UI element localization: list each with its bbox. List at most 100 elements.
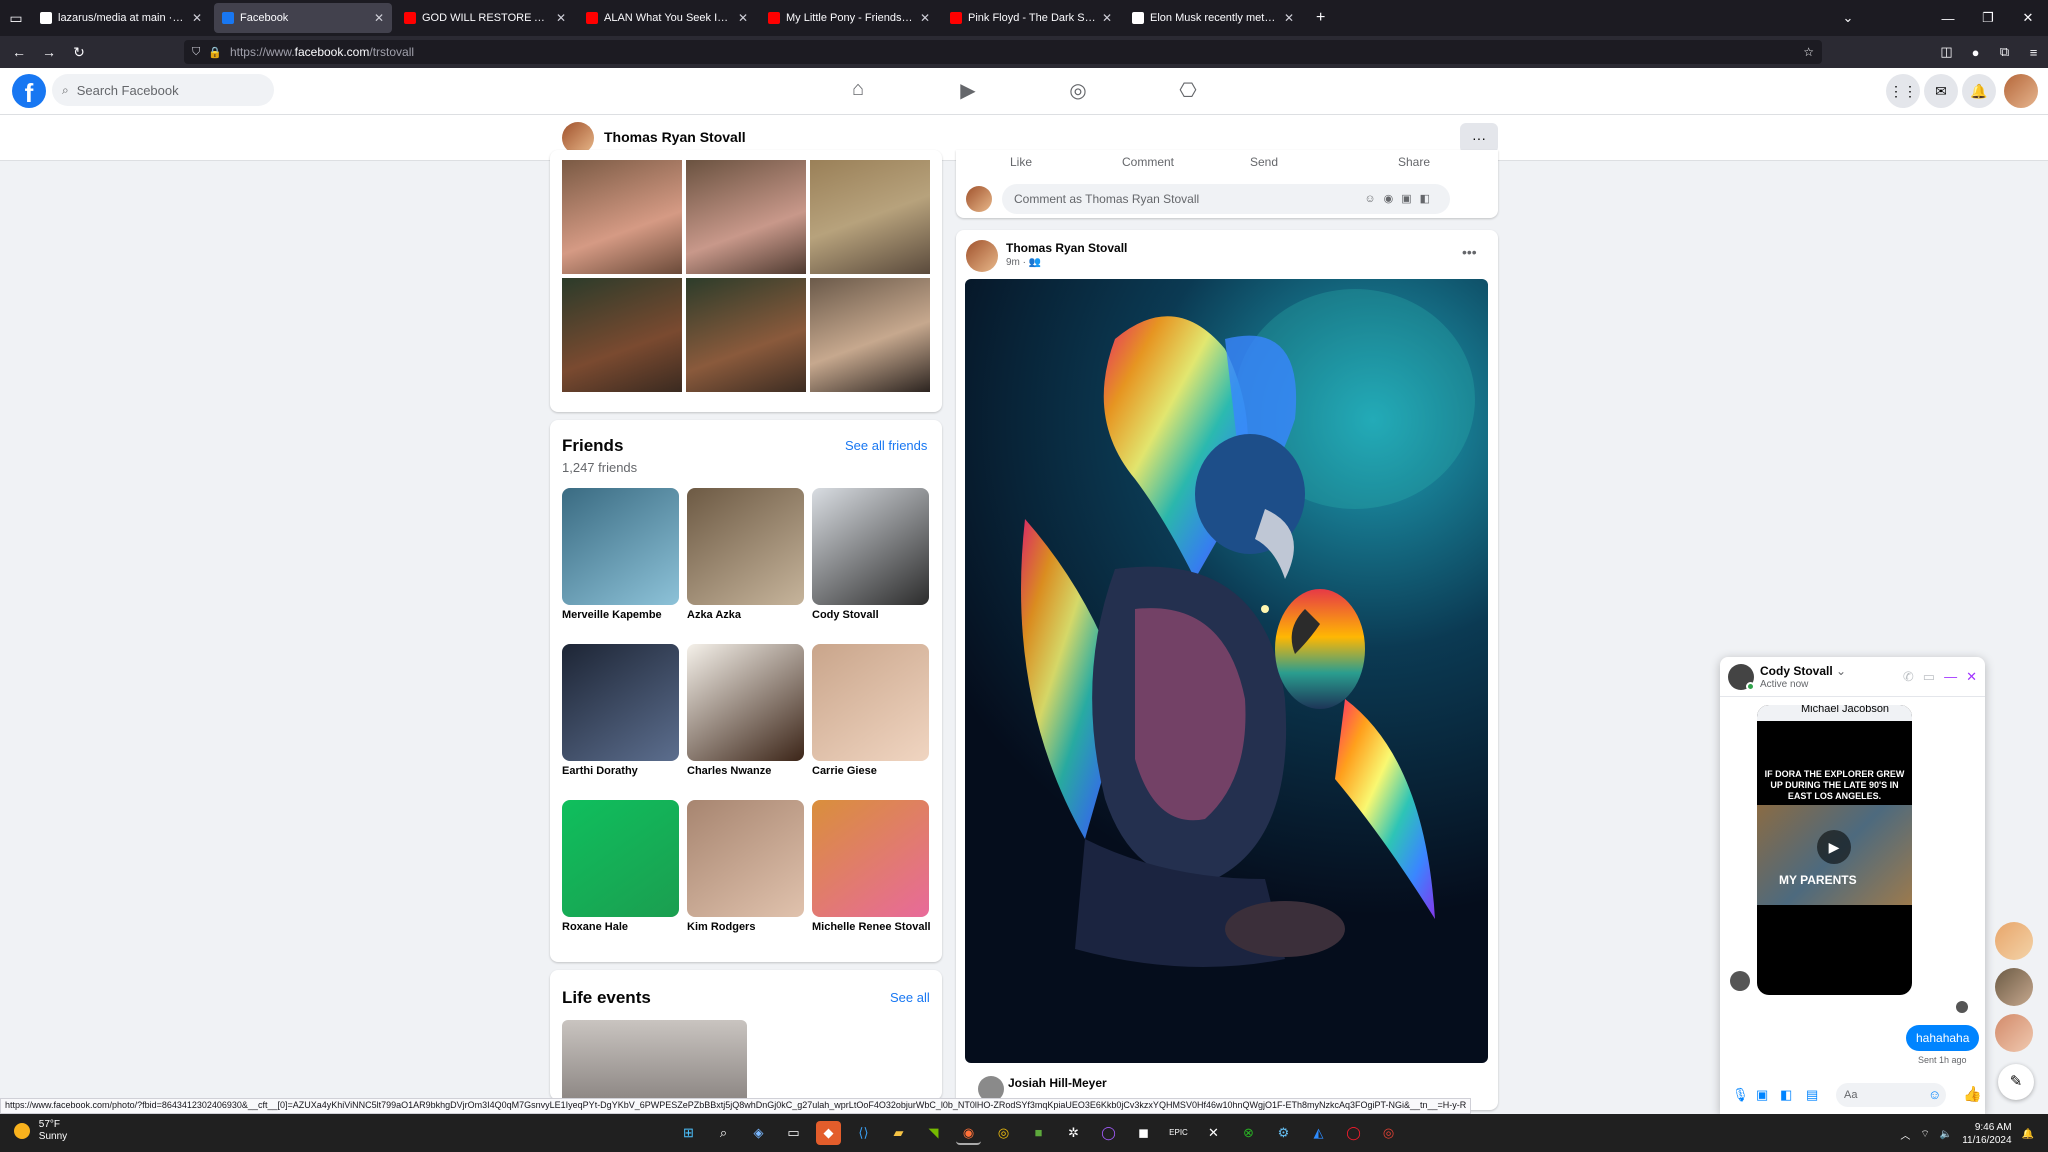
settings-icon[interactable]: ✲ <box>1061 1121 1086 1145</box>
volume-icon[interactable]: 🔈 <box>1940 1129 1952 1140</box>
post-author-name[interactable]: Thomas Ryan Stovall <box>1006 241 1127 255</box>
friend-name[interactable]: Earthi Dorathy <box>562 765 679 777</box>
gif-icon[interactable]: ▣ <box>1401 193 1419 205</box>
friend-photo[interactable] <box>562 800 679 917</box>
shared-video-message[interactable]: Michael Jacobson IF DORA THE EXPLORER GR… <box>1757 705 1912 995</box>
gif-chat-icon[interactable]: ▤ <box>1806 1087 1818 1103</box>
friend-tile[interactable]: Michelle Renee Stovall <box>812 800 931 933</box>
see-all-life-events-link[interactable]: See all <box>890 990 930 1005</box>
close-tab-icon[interactable]: ✕ <box>192 11 202 25</box>
forward-icon[interactable]: → <box>34 44 64 60</box>
commenter-name[interactable]: Josiah Hill-Meyer <box>1008 1076 1107 1090</box>
photo-thumbnail[interactable] <box>686 160 806 274</box>
photo-thumbnail[interactable] <box>686 278 806 392</box>
menu-grid-icon[interactable]: ⋮⋮ <box>1886 74 1920 108</box>
epic-games-icon[interactable]: EPIC <box>1166 1121 1191 1145</box>
menu-icon[interactable]: ≡ <box>2019 45 2048 60</box>
profile-name[interactable]: Thomas Ryan Stovall <box>604 129 746 145</box>
notifications-bell-icon[interactable]: 🔔 <box>1962 74 1996 108</box>
app-icon-blue[interactable]: ◭ <box>1306 1121 1331 1145</box>
friend-photo[interactable] <box>562 488 679 605</box>
friend-photo[interactable] <box>812 644 929 761</box>
tab-overview-icon[interactable]: ▭ <box>0 0 32 36</box>
browser-tab[interactable]: GOD WILL RESTORE ALL YOUR ✕ <box>396 3 574 33</box>
friend-tile[interactable]: Azka Azka <box>687 488 804 621</box>
microphone-icon[interactable]: 🎙 <box>1732 1087 1749 1103</box>
terminal-icon[interactable]: ▭ <box>781 1121 806 1145</box>
friend-photo[interactable] <box>687 800 804 917</box>
app-icon-dark[interactable]: ◼ <box>1131 1121 1156 1145</box>
close-window-icon[interactable]: ✕ <box>2008 10 2048 26</box>
post-action-send[interactable]: Send <box>1250 155 1278 169</box>
chat-head-avatar[interactable] <box>1995 1014 2033 1052</box>
comment-input[interactable]: Comment as Thomas Ryan Stovall ☺◉▣◧ <box>1002 184 1450 214</box>
vscode-icon[interactable]: ⟨⟩ <box>851 1121 876 1145</box>
copilot-icon[interactable]: ◈ <box>746 1121 771 1145</box>
friend-name[interactable]: Michelle Renee Stovall <box>812 921 931 933</box>
emoji-icon[interactable]: ☺ <box>1364 193 1383 205</box>
emoji-chat-icon[interactable]: ☺ <box>1928 1087 1941 1102</box>
friend-photo[interactable] <box>562 644 679 761</box>
back-icon[interactable]: ← <box>4 44 34 60</box>
shield-icon[interactable]: ⛉ <box>192 46 200 59</box>
bookmark-star-icon[interactable]: ☆ <box>1803 45 1814 59</box>
friend-name[interactable]: Merveille Kapembe <box>562 609 679 621</box>
reload-icon[interactable]: ↻ <box>64 44 94 61</box>
friend-name[interactable]: Kim Rodgers <box>687 921 804 933</box>
friend-tile[interactable]: Merveille Kapembe <box>562 488 679 621</box>
sticker-chat-icon[interactable]: ◧ <box>1780 1087 1792 1103</box>
play-icon[interactable]: ▶ <box>1817 830 1851 864</box>
lock-icon[interactable]: 🔒 <box>208 46 222 59</box>
photo-thumbnail[interactable] <box>562 278 682 392</box>
groups-icon[interactable]: ◎ <box>1064 78 1092 103</box>
post-more-icon[interactable]: ••• <box>1462 244 1477 260</box>
firefox-icon[interactable]: ◉ <box>956 1121 981 1145</box>
chat-head-avatar[interactable] <box>1995 968 2033 1006</box>
system-clock[interactable]: 9:46 AM 11/16/2024 <box>1962 1121 2011 1147</box>
chrome-icon[interactable]: ◎ <box>991 1121 1016 1145</box>
friend-name[interactable]: Charles Nwanze <box>687 765 804 777</box>
phone-icon[interactable]: ✆ <box>1903 669 1914 685</box>
browser-tab[interactable]: Pink Floyd - The Dark Side of th ✕ <box>942 3 1120 33</box>
wifi-icon[interactable]: ⌔ <box>1920 1128 1929 1141</box>
minimize-chat-icon[interactable]: — <box>1944 669 1957 685</box>
close-tab-icon[interactable]: ✕ <box>1102 11 1112 25</box>
post-author-avatar[interactable] <box>966 240 998 272</box>
close-chat-icon[interactable]: ✕ <box>1966 669 1977 685</box>
video-icon[interactable]: ▶ <box>954 78 982 103</box>
file-explorer-icon[interactable]: ▰ <box>886 1121 911 1145</box>
chat-header[interactable]: Cody Stovall ⌄ Active now ✆ ▭ — ✕ <box>1720 657 1985 697</box>
friend-name[interactable]: Roxane Hale <box>562 921 679 933</box>
close-tab-icon[interactable]: ✕ <box>556 11 566 25</box>
friend-name[interactable]: Cody Stovall <box>812 609 929 621</box>
close-tab-icon[interactable]: ✕ <box>738 11 748 25</box>
browser-tab[interactable]: ALAN What You Seek Is Seeking ✕ <box>578 3 756 33</box>
windows-start-icon[interactable]: ⊞ <box>676 1121 701 1145</box>
chat-contact-name[interactable]: Cody Stovall ⌄ <box>1760 664 1846 678</box>
list-all-tabs-icon[interactable]: ⌄ <box>1828 10 1868 26</box>
extension-icon[interactable]: ● <box>1961 45 1990 60</box>
friend-name[interactable]: Carrie Giese <box>812 765 929 777</box>
photo-attach-icon[interactable]: ▣ <box>1756 1087 1768 1103</box>
close-tab-icon[interactable]: ✕ <box>374 11 384 25</box>
browser-tab[interactable]: My Little Pony - Friendship Is M ✕ <box>760 3 938 33</box>
pocket-icon[interactable]: ◫ <box>1932 44 1961 60</box>
minimize-icon[interactable]: — <box>1928 11 1968 26</box>
friend-tile[interactable]: Roxane Hale <box>562 800 679 933</box>
sticker-icon[interactable]: ◧ <box>1420 193 1438 205</box>
gaming-icon[interactable]: ⎔ <box>1174 78 1202 103</box>
life-event-photo[interactable] <box>562 1020 747 1100</box>
friend-photo[interactable] <box>687 488 804 605</box>
restore-icon[interactable]: ❐ <box>1968 10 2008 26</box>
browser-tab[interactable]: lazarus/media at main · trstovall ✕ <box>32 3 210 33</box>
notification-bell-icon[interactable]: 🔔 <box>2022 1129 2034 1140</box>
friend-tile[interactable]: Earthi Dorathy <box>562 644 679 777</box>
post-action-comment[interactable]: Comment <box>1122 155 1174 169</box>
friend-photo[interactable] <box>812 800 929 917</box>
facebook-logo-icon[interactable]: f <box>12 74 46 108</box>
friend-tile[interactable]: Charles Nwanze <box>687 644 804 777</box>
xbox-icon[interactable]: ⊗ <box>1236 1121 1261 1145</box>
photo-thumbnail[interactable] <box>810 160 930 274</box>
app-icon-orange[interactable]: ◆ <box>816 1121 841 1145</box>
new-message-icon[interactable]: ✎ <box>1998 1064 2034 1100</box>
